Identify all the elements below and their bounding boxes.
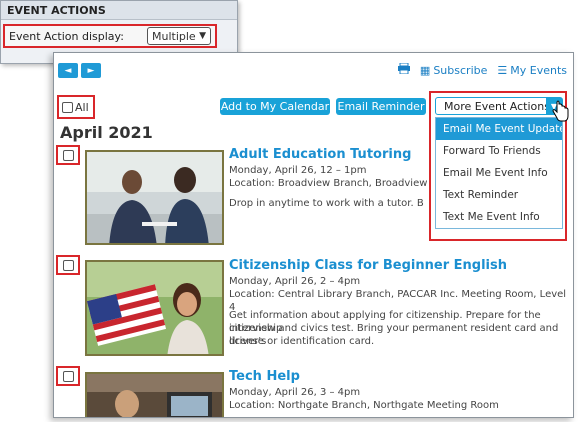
citizenship-photo: [87, 262, 222, 354]
event-actions-menu: Email Me Event Updates Forward To Friend…: [435, 117, 563, 229]
hand-cursor-icon: [552, 100, 569, 122]
event-title[interactable]: Citizenship Class for Beginner English: [229, 258, 507, 273]
event-image[interactable]: [85, 372, 224, 417]
event-checkbox[interactable]: [62, 149, 74, 161]
add-to-calendar-button[interactable]: Add to My Calendar: [220, 98, 330, 115]
event-time: Monday, April 26, 12 – 1pm: [229, 165, 367, 176]
event-location: Location: Broadview Branch, Broadview Me…: [229, 178, 459, 189]
event-checkbox-wrapper: [56, 366, 80, 386]
email-reminder-button[interactable]: Email Reminder: [336, 98, 426, 115]
event-image[interactable]: [85, 260, 224, 356]
event-title[interactable]: Adult Education Tutoring: [229, 147, 411, 162]
event-location: Location: Northgate Branch, Northgate Me…: [229, 400, 499, 411]
arrow-left-icon: ◄: [64, 65, 72, 76]
select-all-box: All: [57, 95, 95, 119]
print-icon[interactable]: [397, 62, 410, 77]
event-checkbox-wrapper: [56, 255, 80, 275]
prev-button[interactable]: ◄: [58, 63, 78, 78]
event-time: Monday, April 26, 3 – 4pm: [229, 387, 361, 398]
more-event-actions-dropdown: More Event Actions ▼ Email Me Event Upda…: [429, 91, 567, 241]
select-all-checkbox[interactable]: [62, 101, 73, 113]
next-button[interactable]: ►: [81, 63, 101, 78]
month-heading: April 2021: [60, 123, 153, 142]
subscribe-link[interactable]: ▦ Subscribe: [420, 64, 487, 77]
event-description: Drop in anytime to work with a tutor. Bo…: [229, 198, 424, 209]
event-checkbox-wrapper: [56, 145, 80, 165]
event-checkbox[interactable]: [62, 370, 74, 382]
my-events-link[interactable]: ☰ My Events: [497, 64, 567, 77]
arrow-right-icon: ►: [87, 65, 95, 76]
menu-item-email-info[interactable]: Email Me Event Info: [436, 162, 562, 184]
event-time: Monday, April 26, 2 – 4pm: [229, 276, 361, 287]
menu-item-text-info[interactable]: Text Me Event Info: [436, 206, 562, 228]
event-action-display-row: Event Action display: Multiple ▼: [3, 24, 217, 48]
list-icon: ☰: [497, 63, 508, 77]
event-action-display-label: Event Action display:: [9, 29, 124, 43]
event-title[interactable]: Tech Help: [229, 369, 300, 384]
event-description-line: license or identification card.: [229, 336, 375, 347]
more-event-actions-button[interactable]: More Event Actions ▼: [435, 97, 563, 115]
menu-item-forward-friends[interactable]: Forward To Friends: [436, 140, 562, 162]
calendar-panel: ◄ ► ▦ Subscribe ☰ My Events All Add to My …: [53, 52, 574, 418]
event-action-display-select[interactable]: Multiple ▼: [147, 27, 211, 45]
menu-item-text-reminder[interactable]: Text Reminder: [436, 184, 562, 206]
tech-help-photo: [87, 374, 222, 417]
menu-item-email-updates[interactable]: Email Me Event Updates: [436, 118, 562, 140]
chevron-down-icon: ▼: [199, 31, 206, 41]
event-image[interactable]: [85, 150, 224, 245]
calendar-grid-icon: ▦: [419, 63, 431, 77]
event-checkbox[interactable]: [62, 259, 74, 271]
settings-header: EVENT ACTIONS: [1, 1, 237, 20]
select-all-label: All: [75, 100, 89, 114]
tutoring-photo: [87, 152, 222, 243]
event-action-display-value: Multiple: [152, 29, 196, 43]
toolbar-links: ▦ Subscribe ☰ My Events: [397, 62, 567, 77]
more-event-actions-label: More Event Actions: [444, 99, 550, 113]
